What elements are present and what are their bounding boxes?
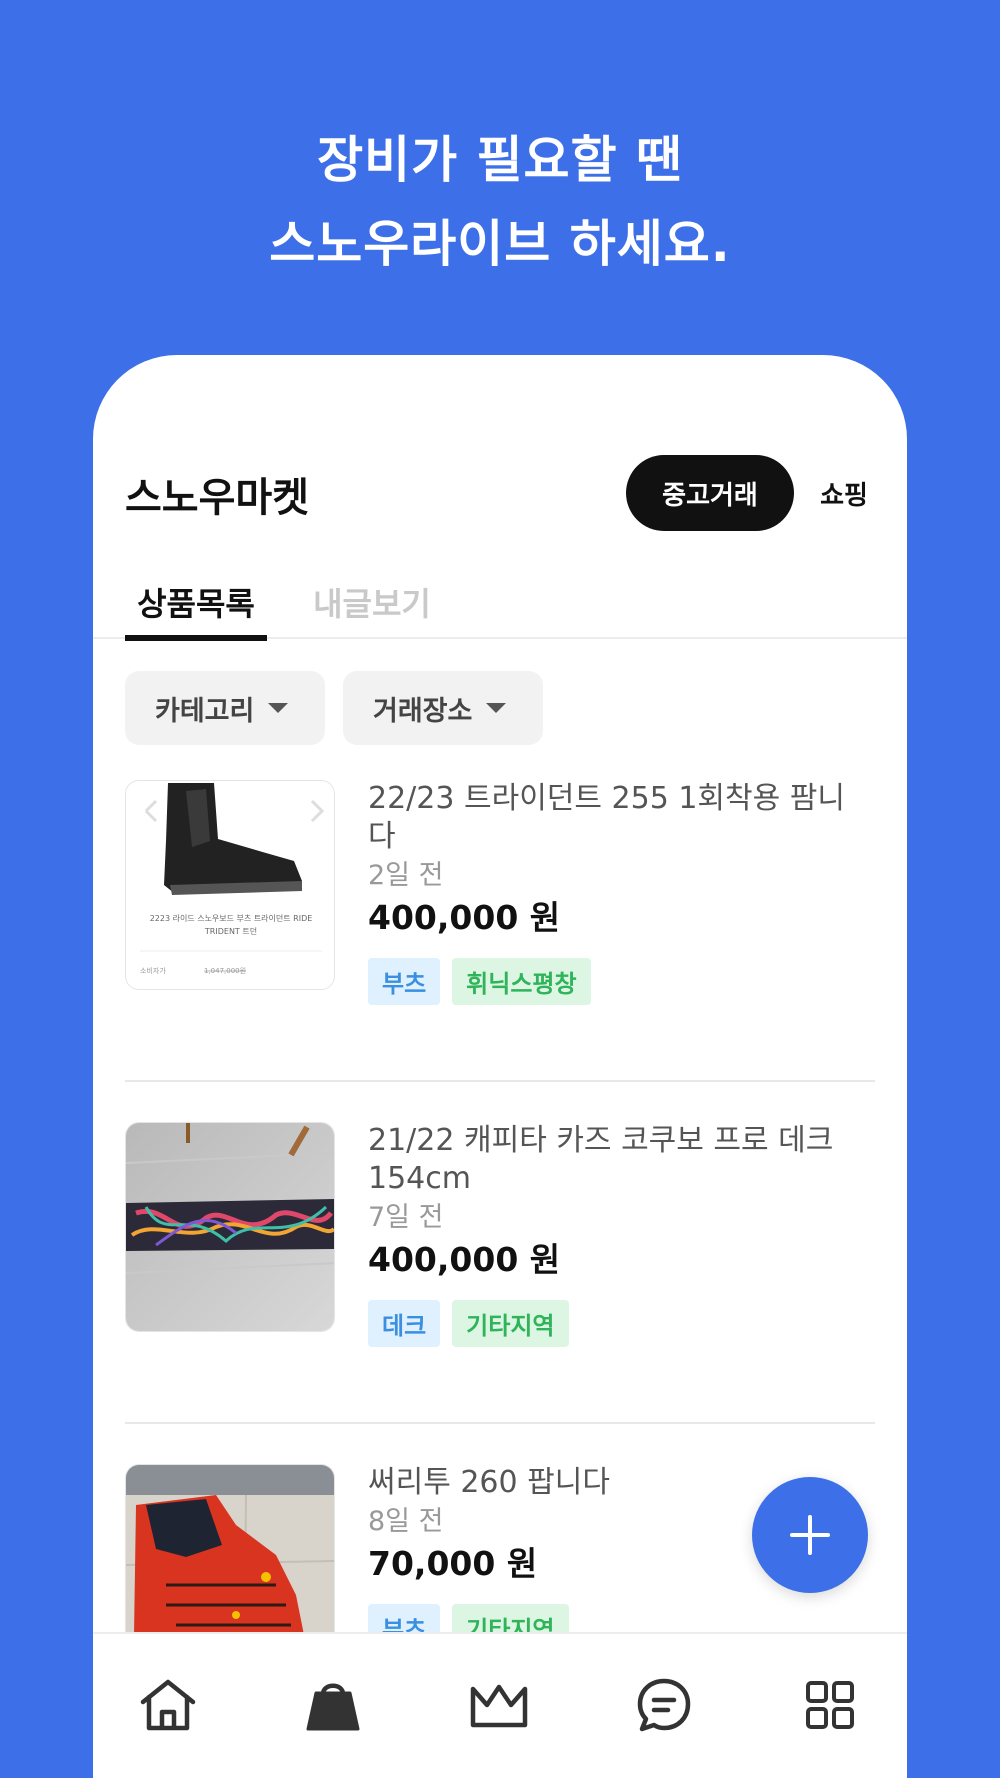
promo-headline: 장비가 필요할 땐 스노우라이브 하세요.: [0, 118, 1000, 286]
nav-more[interactable]: [795, 1670, 865, 1740]
segment-shopping[interactable]: 쇼핑: [803, 455, 885, 531]
caret-down-icon: [486, 703, 507, 713]
location-tag: 기타지역: [452, 1300, 569, 1347]
filter-location-label: 거래장소: [373, 695, 473, 727]
snowboard-image-icon: [126, 1123, 334, 1331]
filter-location[interactable]: 거래장소: [343, 671, 543, 745]
item-details: 22/23 트라이던트 255 1회착용 팜니다 2일 전 400,000 원 …: [368, 780, 868, 1005]
item-tags: 부츠 휘닉스평창: [368, 958, 868, 1005]
item-time: 7일 전: [368, 1202, 444, 1233]
tab-product-list[interactable]: 상품목록: [125, 565, 267, 641]
filter-category-label: 카테고리: [155, 695, 255, 727]
list-item[interactable]: 21/22 캐피타 카즈 코쿠보 프로 데크 154cm 7일 전 400,00…: [125, 1122, 875, 1424]
svg-text:1,047,000원: 1,047,000원: [204, 966, 246, 975]
boot-image-icon: 2223 라이드 스노우보드 부츠 트라이던트 RIDE TRIDENT 트던 …: [126, 781, 334, 989]
list-item[interactable]: 2223 라이드 스노우보드 부츠 트라이던트 RIDE TRIDENT 트던 …: [125, 780, 875, 1082]
item-price: 400,000 원: [368, 1240, 561, 1279]
app-header: 스노우마켓 중고거래 쇼핑: [125, 455, 875, 531]
product-thumbnail: [125, 1122, 335, 1332]
crown-icon: [470, 1684, 528, 1728]
add-post-button[interactable]: [752, 1477, 868, 1593]
svg-text:2223 라이드 스노우보드 부츠 트라이던트 RIDE: 2223 라이드 스노우보드 부츠 트라이던트 RIDE: [150, 913, 313, 923]
chat-icon: [637, 1678, 691, 1732]
caret-down-icon: [268, 703, 289, 713]
headline-line-2: 스노우라이브 하세요.: [269, 215, 731, 273]
headline-line-1: 장비가 필요할 땐: [317, 131, 683, 189]
bottom-navigation: [93, 1632, 907, 1778]
svg-text:소비자가: 소비자가: [140, 966, 166, 975]
category-tag: 데크: [368, 1300, 441, 1347]
location-tag: 휘닉스평창: [452, 958, 591, 1005]
item-tags: 데크 기타지역: [368, 1300, 868, 1347]
nav-home[interactable]: [133, 1670, 203, 1740]
nav-ranking[interactable]: [464, 1670, 534, 1740]
item-details: 21/22 캐피타 카즈 코쿠보 프로 데크 154cm 7일 전 400,00…: [368, 1122, 868, 1347]
segment-used-trade[interactable]: 중고거래: [626, 455, 794, 531]
grid-icon: [806, 1681, 854, 1729]
product-list: 2223 라이드 스노우보드 부츠 트라이던트 RIDE TRIDENT 트던 …: [125, 780, 875, 1724]
category-tag: 부츠: [368, 958, 441, 1005]
nav-chat[interactable]: [629, 1670, 699, 1740]
product-thumbnail: 2223 라이드 스노우보드 부츠 트라이던트 RIDE TRIDENT 트던 …: [125, 780, 335, 990]
svg-text:TRIDENT 트던: TRIDENT 트던: [204, 926, 257, 936]
tab-bar: 상품목록 내글보기: [93, 565, 907, 641]
tab-my-posts[interactable]: 내글보기: [301, 565, 443, 639]
shopping-bag-icon: [306, 1683, 360, 1731]
item-title: 21/22 캐피타 카즈 코쿠보 프로 데크 154cm: [368, 1123, 834, 1196]
filter-category[interactable]: 카테고리: [125, 671, 325, 745]
filter-bar: 카테고리 거래장소: [125, 671, 885, 745]
item-time: 2일 전: [368, 860, 444, 891]
nav-market[interactable]: [298, 1670, 368, 1740]
home-icon: [140, 1679, 196, 1731]
plus-icon: [790, 1515, 830, 1555]
item-price: 400,000 원: [368, 898, 561, 937]
app-title: 스노우마켓: [125, 475, 309, 521]
item-title: 22/23 트라이던트 255 1회착용 팜니다: [368, 781, 845, 854]
